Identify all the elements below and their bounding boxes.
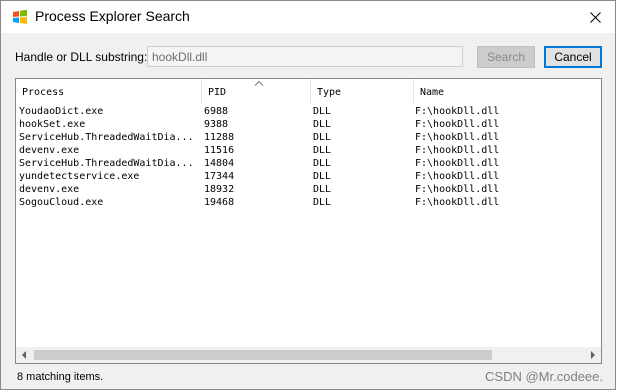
close-button[interactable] [575,1,615,33]
chevron-right-icon [591,351,595,359]
scroll-left-button[interactable] [16,347,32,363]
search-label: Handle or DLL substring: [15,50,148,64]
process-cell: hookSet.exe [19,119,86,130]
process-cell: ServiceHub.ThreadedWaitDia... [19,132,194,143]
pid-cell: 17344 [204,171,235,182]
windows-flag-icon [12,9,28,25]
column-header-type[interactable]: Type [311,79,414,104]
name-cell: F:\hookDll.dll [415,171,500,182]
process-cell: devenv.exe [19,145,80,156]
name-cell: F:\hookDll.dll [415,184,500,195]
name-cell: F:\hookDll.dll [415,197,500,208]
column-header-process[interactable]: Process [16,79,202,104]
type-cell: DLL [313,171,332,182]
type-cell: DLL [313,119,332,130]
horizontal-scrollbar[interactable] [16,347,601,363]
name-cell: F:\hookDll.dll [415,132,500,143]
search-button[interactable]: Search [477,46,535,68]
name-cell: F:\hookDll.dll [415,106,500,117]
results-header: Process PID Type Name [16,79,601,104]
title-bar: Process Explorer Search [1,1,615,33]
process-cell: SogouCloud.exe [19,197,104,208]
results-list[interactable]: Process PID Type Name YoudaoDict.exe 698… [15,78,602,364]
pid-cell: 9388 [204,119,229,130]
type-cell: DLL [313,145,332,156]
process-cell: ServiceHub.ThreadedWaitDia... [19,158,194,169]
watermark: CSDN @Mr.codeee. [485,369,603,384]
name-cell: F:\hookDll.dll [415,119,500,130]
status-text: 8 matching items. [17,371,104,383]
search-dialog: Process Explorer Search Handle or DLL su… [0,0,616,390]
pid-cell: 19468 [204,197,235,208]
type-cell: DLL [313,132,332,143]
pid-cell: 11516 [204,145,235,156]
sort-up-icon [254,80,264,86]
process-cell: devenv.exe [19,184,80,195]
type-cell: DLL [313,158,332,169]
chevron-left-icon [22,351,26,359]
scrollbar-thumb[interactable] [34,350,492,360]
pid-cell: 11288 [204,132,235,143]
scroll-right-button[interactable] [585,347,601,363]
pid-cell: 18932 [204,184,235,195]
type-cell: DLL [313,106,332,117]
name-cell: F:\hookDll.dll [415,158,500,169]
type-cell: DLL [313,197,332,208]
pid-cell: 6988 [204,106,229,117]
process-cell: YoudaoDict.exe [19,106,104,117]
cancel-button[interactable]: Cancel [544,46,602,68]
close-icon [589,11,601,23]
column-header-name[interactable]: Name [414,79,601,104]
pid-cell: 14804 [204,158,235,169]
type-cell: DLL [313,184,332,195]
window-title: Process Explorer Search [35,8,190,24]
process-cell: yundetectservice.exe [19,171,140,182]
search-input[interactable] [147,46,463,67]
name-cell: F:\hookDll.dll [415,145,500,156]
